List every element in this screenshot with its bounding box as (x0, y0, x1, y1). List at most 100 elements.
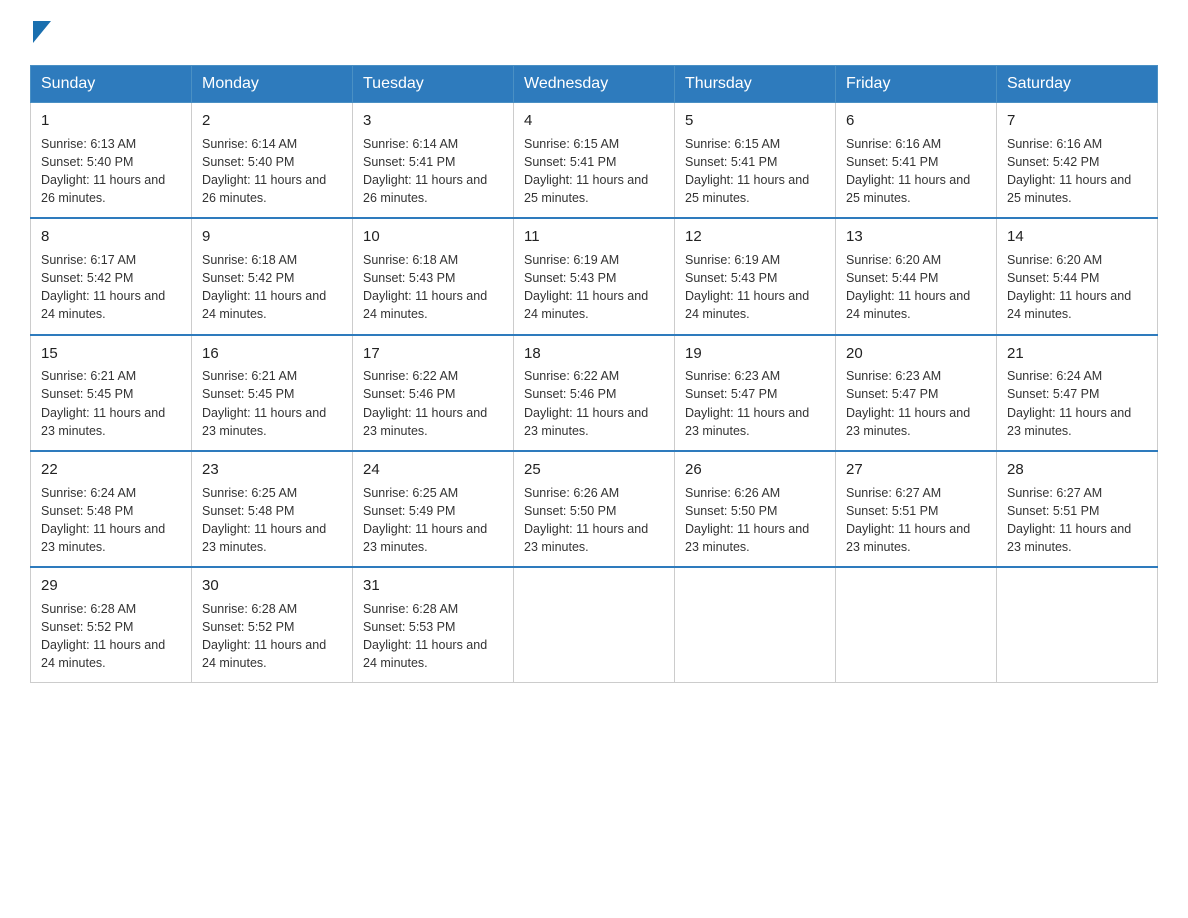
day-info: Sunrise: 6:28 AMSunset: 5:52 PMDaylight:… (202, 600, 342, 673)
calendar-cell: 23Sunrise: 6:25 AMSunset: 5:48 PMDayligh… (192, 451, 353, 567)
day-number: 9 (202, 226, 342, 248)
calendar-cell: 19Sunrise: 6:23 AMSunset: 5:47 PMDayligh… (675, 335, 836, 451)
day-info: Sunrise: 6:19 AMSunset: 5:43 PMDaylight:… (524, 251, 664, 324)
day-info: Sunrise: 6:15 AMSunset: 5:41 PMDaylight:… (524, 135, 664, 208)
day-number: 12 (685, 226, 825, 248)
weekday-header-sunday: Sunday (31, 66, 192, 103)
day-info: Sunrise: 6:27 AMSunset: 5:51 PMDaylight:… (846, 484, 986, 557)
calendar-cell: 12 Sunrise: 6:19 AMSunset: 5:43 PMDayligh… (675, 218, 836, 334)
logo (30, 20, 51, 47)
calendar-cell: 28 Sunrise: 6:27 AMSunset: 5:51 PMDayligh… (997, 451, 1158, 567)
weekday-header-tuesday: Tuesday (353, 66, 514, 103)
weekday-header-thursday: Thursday (675, 66, 836, 103)
day-info: Sunrise: 6:26 AMSunset: 5:50 PMDaylight:… (524, 484, 664, 557)
day-info: Sunrise: 6:16 AMSunset: 5:41 PMDaylight:… (846, 135, 986, 208)
day-info: Sunrise: 6:22 AMSunset: 5:46 PMDaylight:… (524, 367, 664, 440)
day-info: Sunrise: 6:17 AMSunset: 5:42 PMDaylight:… (41, 251, 181, 324)
calendar-cell: 11Sunrise: 6:19 AMSunset: 5:43 PMDayligh… (514, 218, 675, 334)
day-number: 4 (524, 110, 664, 132)
logo-triangle-icon (33, 21, 51, 43)
day-number: 23 (202, 459, 342, 481)
day-number: 25 (524, 459, 664, 481)
day-number: 27 (846, 459, 986, 481)
weekday-header-friday: Friday (836, 66, 997, 103)
calendar-cell: 7 Sunrise: 6:16 AMSunset: 5:42 PMDaylight… (997, 103, 1158, 219)
day-number: 15 (41, 343, 181, 365)
day-number: 18 (524, 343, 664, 365)
day-info: Sunrise: 6:19 AMSunset: 5:43 PMDaylight:… (685, 251, 825, 324)
day-number: 1 (41, 110, 181, 132)
weekday-header-row: SundayMondayTuesdayWednesdayThursdayFrid… (31, 66, 1158, 103)
calendar-cell: 8Sunrise: 6:17 AMSunset: 5:42 PMDaylight… (31, 218, 192, 334)
calendar-cell: 31Sunrise: 6:28 AMSunset: 5:53 PMDayligh… (353, 567, 514, 683)
calendar-cell: 4 Sunrise: 6:15 AMSunset: 5:41 PMDaylight… (514, 103, 675, 219)
day-number: 21 (1007, 343, 1147, 365)
day-number: 16 (202, 343, 342, 365)
day-info: Sunrise: 6:25 AMSunset: 5:49 PMDaylight:… (363, 484, 503, 557)
calendar-cell: 24 Sunrise: 6:25 AMSunset: 5:49 PMDayligh… (353, 451, 514, 567)
day-info: Sunrise: 6:24 AMSunset: 5:47 PMDaylight:… (1007, 367, 1147, 440)
calendar-cell: 18Sunrise: 6:22 AMSunset: 5:46 PMDayligh… (514, 335, 675, 451)
day-number: 28 (1007, 459, 1147, 481)
calendar-cell (836, 567, 997, 683)
calendar-cell: 6 Sunrise: 6:16 AMSunset: 5:41 PMDaylight… (836, 103, 997, 219)
day-number: 6 (846, 110, 986, 132)
day-number: 17 (363, 343, 503, 365)
calendar-cell: 22Sunrise: 6:24 AMSunset: 5:48 PMDayligh… (31, 451, 192, 567)
day-info: Sunrise: 6:28 AMSunset: 5:52 PMDaylight:… (41, 600, 181, 673)
day-info: Sunrise: 6:13 AMSunset: 5:40 PMDaylight:… (41, 135, 181, 208)
calendar-cell: 15Sunrise: 6:21 AMSunset: 5:45 PMDayligh… (31, 335, 192, 451)
page-header (30, 20, 1158, 47)
day-info: Sunrise: 6:21 AMSunset: 5:45 PMDaylight:… (202, 367, 342, 440)
calendar-cell: 5 Sunrise: 6:15 AMSunset: 5:41 PMDaylight… (675, 103, 836, 219)
calendar-cell: 26 Sunrise: 6:26 AMSunset: 5:50 PMDayligh… (675, 451, 836, 567)
day-number: 3 (363, 110, 503, 132)
day-number: 7 (1007, 110, 1147, 132)
day-info: Sunrise: 6:20 AMSunset: 5:44 PMDaylight:… (846, 251, 986, 324)
day-info: Sunrise: 6:23 AMSunset: 5:47 PMDaylight:… (685, 367, 825, 440)
day-number: 2 (202, 110, 342, 132)
week-row-2: 8Sunrise: 6:17 AMSunset: 5:42 PMDaylight… (31, 218, 1158, 334)
calendar-cell: 1 Sunrise: 6:13 AMSunset: 5:40 PMDaylight… (31, 103, 192, 219)
day-number: 5 (685, 110, 825, 132)
day-number: 30 (202, 575, 342, 597)
weekday-header-saturday: Saturday (997, 66, 1158, 103)
day-number: 14 (1007, 226, 1147, 248)
day-info: Sunrise: 6:18 AMSunset: 5:43 PMDaylight:… (363, 251, 503, 324)
day-info: Sunrise: 6:21 AMSunset: 5:45 PMDaylight:… (41, 367, 181, 440)
week-row-4: 22Sunrise: 6:24 AMSunset: 5:48 PMDayligh… (31, 451, 1158, 567)
calendar-cell: 10 Sunrise: 6:18 AMSunset: 5:43 PMDayligh… (353, 218, 514, 334)
day-number: 26 (685, 459, 825, 481)
calendar-cell: 13Sunrise: 6:20 AMSunset: 5:44 PMDayligh… (836, 218, 997, 334)
day-info: Sunrise: 6:27 AMSunset: 5:51 PMDaylight:… (1007, 484, 1147, 557)
calendar-cell (675, 567, 836, 683)
calendar-cell: 29 Sunrise: 6:28 AMSunset: 5:52 PMDayligh… (31, 567, 192, 683)
calendar-cell: 16Sunrise: 6:21 AMSunset: 5:45 PMDayligh… (192, 335, 353, 451)
day-number: 29 (41, 575, 181, 597)
day-info: Sunrise: 6:24 AMSunset: 5:48 PMDaylight:… (41, 484, 181, 557)
day-info: Sunrise: 6:16 AMSunset: 5:42 PMDaylight:… (1007, 135, 1147, 208)
day-number: 10 (363, 226, 503, 248)
calendar-cell: 9Sunrise: 6:18 AMSunset: 5:42 PMDaylight… (192, 218, 353, 334)
day-info: Sunrise: 6:15 AMSunset: 5:41 PMDaylight:… (685, 135, 825, 208)
day-number: 24 (363, 459, 503, 481)
weekday-header-monday: Monday (192, 66, 353, 103)
calendar-cell: 21Sunrise: 6:24 AMSunset: 5:47 PMDayligh… (997, 335, 1158, 451)
calendar-table: SundayMondayTuesdayWednesdayThursdayFrid… (30, 65, 1158, 683)
weekday-header-wednesday: Wednesday (514, 66, 675, 103)
calendar-cell: 20Sunrise: 6:23 AMSunset: 5:47 PMDayligh… (836, 335, 997, 451)
calendar-cell (514, 567, 675, 683)
day-number: 31 (363, 575, 503, 597)
calendar-cell: 3Sunrise: 6:14 AMSunset: 5:41 PMDaylight… (353, 103, 514, 219)
day-info: Sunrise: 6:22 AMSunset: 5:46 PMDaylight:… (363, 367, 503, 440)
calendar-cell: 27 Sunrise: 6:27 AMSunset: 5:51 PMDayligh… (836, 451, 997, 567)
calendar-cell: 2Sunrise: 6:14 AMSunset: 5:40 PMDaylight… (192, 103, 353, 219)
day-info: Sunrise: 6:26 AMSunset: 5:50 PMDaylight:… (685, 484, 825, 557)
day-number: 20 (846, 343, 986, 365)
day-info: Sunrise: 6:23 AMSunset: 5:47 PMDaylight:… (846, 367, 986, 440)
week-row-5: 29 Sunrise: 6:28 AMSunset: 5:52 PMDayligh… (31, 567, 1158, 683)
day-info: Sunrise: 6:20 AMSunset: 5:44 PMDaylight:… (1007, 251, 1147, 324)
week-row-1: 1 Sunrise: 6:13 AMSunset: 5:40 PMDaylight… (31, 103, 1158, 219)
calendar-cell: 17Sunrise: 6:22 AMSunset: 5:46 PMDayligh… (353, 335, 514, 451)
week-row-3: 15Sunrise: 6:21 AMSunset: 5:45 PMDayligh… (31, 335, 1158, 451)
